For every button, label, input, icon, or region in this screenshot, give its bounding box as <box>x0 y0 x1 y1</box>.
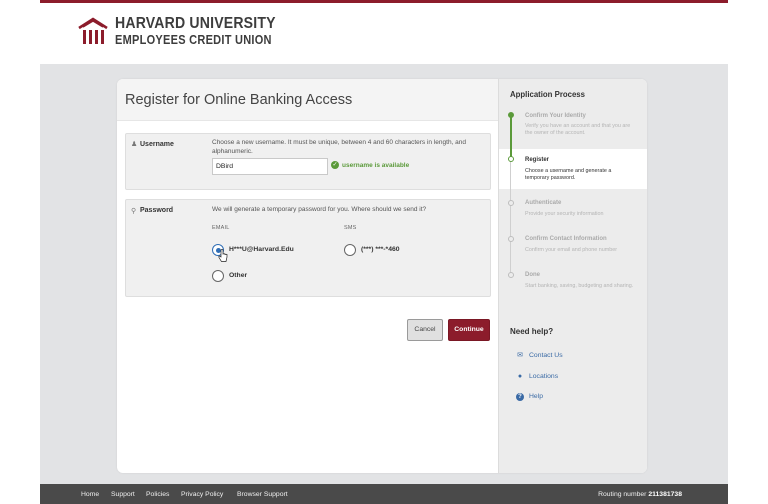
username-input[interactable] <box>212 158 328 175</box>
locations-link[interactable]: Locations <box>529 373 558 380</box>
registration-card: Register for Online Banking Access ♟ Use… <box>117 79 647 473</box>
username-hint: Choose a new username. It must be unique… <box>212 139 467 155</box>
contact-us-link[interactable]: Contact Us <box>529 352 563 359</box>
step-desc: Start banking, saving, budgeting and sha… <box>525 283 634 289</box>
footer-link-support[interactable]: Support <box>111 491 135 498</box>
map-pin-icon[interactable]: ● <box>516 373 524 381</box>
key-icon: ⚲ <box>131 208 137 215</box>
password-hint: We will generate a temporary password fo… <box>212 206 427 213</box>
routing-label: Routing number <box>598 491 647 498</box>
site-footer: Home Support Policies Privacy Policy Bro… <box>40 484 728 504</box>
step-desc: Verify you have an account and that you … <box>525 123 631 136</box>
step-title: Authenticate <box>525 200 562 206</box>
sms-heading: SMS <box>344 225 357 231</box>
check-icon: ✓ <box>331 161 339 169</box>
footer-link-privacy-policy[interactable]: Privacy Policy <box>181 491 223 498</box>
other-option-label[interactable]: Other <box>229 272 247 279</box>
password-label: Password <box>140 207 174 214</box>
step-dot-confirm-contact <box>508 236 514 242</box>
page-title: Register for Online Banking Access <box>125 92 353 108</box>
continue-button[interactable]: Continue <box>448 319 490 341</box>
help-link[interactable]: Help <box>529 393 543 400</box>
sms-radio[interactable] <box>344 244 356 256</box>
step-title: Done <box>525 272 540 278</box>
routing-number: Routing number 211381738 <box>598 491 682 498</box>
step-desc: Choose a username and generate a tempora… <box>525 168 612 181</box>
email-heading: EMAIL <box>212 225 230 231</box>
footer-link-browser-support[interactable]: Browser Support <box>237 491 288 498</box>
routing-value: 211381738 <box>648 491 682 498</box>
username-label: Username <box>140 141 174 148</box>
user-icon: ♟ <box>131 141 138 148</box>
step-dot-register <box>508 156 514 162</box>
step-dot-confirm-identity <box>508 112 514 118</box>
step-title: Register <box>525 157 550 163</box>
page: HARVARD UNIVERSITY EMPLOYEES CREDIT UNIO… <box>0 0 768 504</box>
step-desc: Confirm your email and phone number <box>525 247 617 253</box>
progress-track-active <box>510 115 512 159</box>
step-desc: Provide your security information <box>525 211 604 217</box>
need-help-heading: Need help? <box>510 327 554 336</box>
application-process-sidebar: Application Process Confirm Your Identit… <box>498 79 647 473</box>
card-header: Register for Online Banking Access <box>117 79 498 121</box>
step-dot-done <box>508 272 514 278</box>
step-dot-authenticate <box>508 200 514 206</box>
sidebar-title: Application Process <box>510 90 585 99</box>
email-option-label[interactable]: H***U@Harvard.Edu <box>229 246 294 253</box>
left-margin <box>0 0 40 504</box>
cancel-button[interactable]: Cancel <box>407 319 443 341</box>
envelope-icon[interactable]: ✉ <box>516 352 524 360</box>
password-section: ⚲ Password We will generate a temporary … <box>125 199 491 297</box>
footer-link-policies[interactable]: Policies <box>146 491 169 498</box>
username-section: ♟ Username Choose a new username. It mus… <box>125 133 491 190</box>
logo-title: HARVARD UNIVERSITY <box>115 15 276 32</box>
step-title: Confirm Your Identity <box>525 113 586 119</box>
registration-form: Register for Online Banking Access ♟ Use… <box>117 79 498 473</box>
footer-link-home[interactable]: Home <box>81 491 99 498</box>
right-margin <box>728 0 768 504</box>
step-title: Confirm Contact Information <box>525 236 607 242</box>
sms-option-label[interactable]: (***) ***-*460 <box>361 246 400 253</box>
hand-cursor-icon <box>218 249 228 262</box>
university-logo-icon[interactable] <box>77 16 109 46</box>
logo-subtitle: EMPLOYEES CREDIT UNION <box>115 33 272 47</box>
other-radio[interactable] <box>212 270 224 282</box>
username-availability: username is available <box>342 162 410 169</box>
question-icon[interactable]: ? <box>516 393 524 401</box>
